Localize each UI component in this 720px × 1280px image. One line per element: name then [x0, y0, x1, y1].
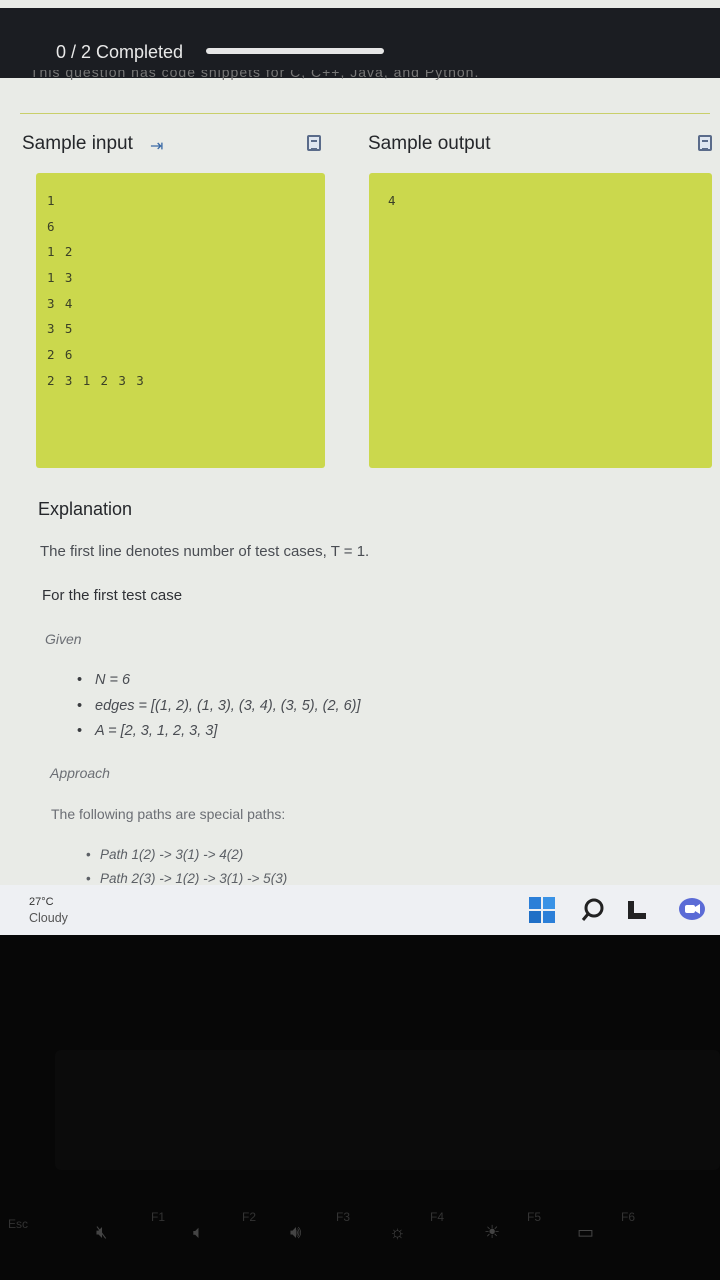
windows-start-icon[interactable]: [529, 897, 555, 923]
sample-output-lines: 4: [388, 188, 397, 214]
progress-label: 0 / 2 Completed: [56, 42, 184, 62]
truncated-description-text: This question has code snippets for C, C…: [30, 70, 480, 80]
first-test-case-heading: For the first test case: [42, 587, 183, 604]
sample-input-line: 3 5: [47, 321, 74, 337]
esc-key[interactable]: Esc: [8, 1217, 28, 1231]
brightness-down-icon: ☼: [389, 1222, 406, 1242]
volume-up-icon: 🔊︎: [290, 1222, 302, 1242]
f6-key-label[interactable]: F6: [621, 1210, 635, 1224]
sample-output-title: Sample output: [368, 133, 491, 154]
brightness-up-icon: ☀: [484, 1222, 501, 1242]
special-path-item: Path 1(2) -> 3(1) -> 4(2): [86, 843, 287, 867]
truncated-description: This question has code snippets for C, C…: [0, 70, 720, 80]
f4-key-label[interactable]: F4: [430, 1210, 444, 1224]
given-item: A = [2, 3, 1, 2, 3, 3]: [77, 719, 361, 745]
given-list: N = 6edges = [(1, 2), (1, 3), (3, 4), (3…: [77, 668, 361, 745]
progress-header: 0 / 2 Completed: [0, 8, 720, 78]
f2-key-label[interactable]: F2: [242, 1210, 256, 1224]
sample-input-line: 1: [47, 193, 56, 208]
sample-input-box: 1 6 1 2 1 3 3 4 3 5 2 6 2 3 1 2 3 3: [36, 173, 325, 468]
keyboard: [0, 935, 720, 1280]
weather-condition[interactable]: Cloudy: [29, 911, 68, 925]
copy-input-icon[interactable]: [307, 135, 321, 151]
sample-input-line: 2 3 1 2 3 3: [47, 372, 146, 388]
sample-input-line: 1 3: [47, 270, 74, 286]
sample-input-line: 1 2: [47, 244, 74, 260]
sample-output-line: 4: [388, 193, 397, 208]
open-input-icon[interactable]: ⇥: [150, 136, 163, 156]
special-paths-list: Path 1(2) -> 3(1) -> 4(2)Path 2(3) -> 1(…: [86, 843, 287, 891]
task-view-icon[interactable]: [626, 897, 648, 923]
explanation-title: Explanation: [38, 499, 133, 519]
screen: 0 / 2 Completed This question has code s…: [0, 0, 720, 935]
sample-input-line: 2 6: [47, 347, 74, 363]
keyboard-deck: [55, 1050, 720, 1170]
f5-key-label[interactable]: F5: [527, 1210, 541, 1224]
given-heading: Given: [45, 631, 82, 647]
progress-bar: [206, 48, 384, 54]
approach-heading: Approach: [50, 765, 110, 781]
sample-output-box: 4: [369, 173, 712, 468]
taskbar: 27°C Cloudy: [0, 885, 720, 935]
copy-output-icon[interactable]: [698, 135, 712, 151]
display-icon: ▭: [577, 1222, 595, 1242]
sample-input-line: 6: [47, 218, 56, 234]
weather-temperature[interactable]: 27°C: [29, 896, 54, 908]
sample-input-line: 3 4: [47, 295, 74, 311]
paths-intro: The following paths are special paths:: [51, 806, 286, 822]
sample-input-title: Sample input: [22, 133, 133, 154]
sample-input-lines: 1 6 1 2 1 3 3 4 3 5 2 6 2 3 1 2 3 3: [47, 188, 145, 394]
search-icon[interactable]: [580, 897, 606, 923]
given-item: N = 6: [77, 668, 361, 694]
volume-down-icon: 🔈︎: [193, 1222, 204, 1242]
given-item: edges = [(1, 2), (1, 3), (3, 4), (3, 5),…: [77, 694, 361, 720]
f3-key-label[interactable]: F3: [336, 1210, 350, 1224]
f1-key-label[interactable]: F1: [151, 1210, 165, 1224]
divider: [20, 113, 710, 114]
explanation-first-line: The first line denotes number of test ca…: [40, 543, 370, 560]
chat-icon[interactable]: [678, 897, 706, 923]
mute-icon: 🔇︎: [96, 1222, 108, 1242]
